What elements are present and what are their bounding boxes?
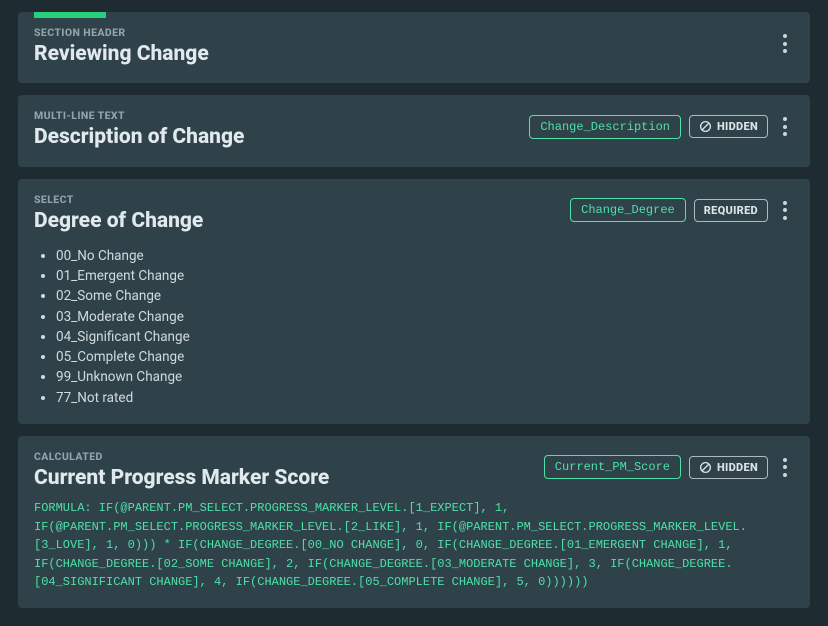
field-card-select: SELECT Degree of Change Change_Degree RE… — [18, 179, 810, 424]
card-controls: Change_Description HIDDEN — [529, 113, 794, 140]
card-header-left: SELECT Degree of Change — [34, 193, 562, 234]
more-options-button[interactable] — [776, 113, 794, 140]
card-header-row: SELECT Degree of Change Change_Degree RE… — [34, 193, 794, 234]
card-header-row: SECTION HEADER Reviewing Change — [34, 26, 794, 67]
card-header-left: SECTION HEADER Reviewing Change — [34, 26, 768, 67]
field-title: Description of Change — [34, 124, 521, 150]
card-header-row: MULTI-LINE TEXT Description of Change Ch… — [34, 109, 794, 150]
list-item: 02_Some Change — [56, 286, 794, 306]
accent-bar — [34, 12, 106, 18]
field-status-text: HIDDEN — [717, 120, 758, 133]
card-controls: Change_Degree REQUIRED — [570, 197, 794, 224]
card-controls: Current_PM_Score HIDDEN — [544, 454, 794, 481]
more-options-button[interactable] — [776, 454, 794, 481]
list-item: 00_No Change — [56, 246, 794, 266]
card-header-row: CALCULATED Current Progress Marker Score… — [34, 450, 794, 491]
list-item: 01_Emergent Change — [56, 266, 794, 286]
field-status-badge[interactable]: HIDDEN — [689, 456, 768, 479]
field-card-section-header: SECTION HEADER Reviewing Change — [18, 12, 810, 83]
field-identifier-tag[interactable]: Change_Degree — [570, 198, 686, 222]
field-title: Reviewing Change — [34, 41, 768, 67]
field-status-text: HIDDEN — [717, 461, 758, 474]
field-card-multiline: MULTI-LINE TEXT Description of Change Ch… — [18, 95, 810, 166]
list-item: 04_Significant Change — [56, 327, 794, 347]
list-item: 99_Unknown Change — [56, 367, 794, 387]
list-item: 05_Complete Change — [56, 347, 794, 367]
card-controls — [776, 30, 794, 57]
more-options-button[interactable] — [776, 30, 794, 57]
more-options-button[interactable] — [776, 197, 794, 224]
field-title: Degree of Change — [34, 208, 562, 234]
field-type-label: MULTI-LINE TEXT — [34, 109, 521, 122]
field-identifier-tag[interactable]: Change_Description — [529, 115, 681, 139]
field-identifier-tag[interactable]: Current_PM_Score — [544, 455, 681, 479]
field-status-text: REQUIRED — [704, 204, 758, 217]
field-card-calculated: CALCULATED Current Progress Marker Score… — [18, 436, 810, 608]
select-options-list: 00_No Change 01_Emergent Change 02_Some … — [56, 246, 794, 408]
ban-icon — [699, 461, 712, 474]
field-type-label: CALCULATED — [34, 450, 536, 463]
field-status-badge[interactable]: HIDDEN — [689, 115, 768, 138]
ban-icon — [699, 120, 712, 133]
field-type-label: SECTION HEADER — [34, 26, 768, 39]
card-header-left: CALCULATED Current Progress Marker Score — [34, 450, 536, 491]
field-status-badge[interactable]: REQUIRED — [694, 199, 768, 222]
formula-text: FORMULA: IF(@PARENT.PM_SELECT.PROGRESS_M… — [34, 499, 794, 592]
field-type-label: SELECT — [34, 193, 562, 206]
list-item: 03_Moderate Change — [56, 307, 794, 327]
field-title: Current Progress Marker Score — [34, 465, 536, 491]
list-item: 77_Not rated — [56, 388, 794, 408]
card-header-left: MULTI-LINE TEXT Description of Change — [34, 109, 521, 150]
